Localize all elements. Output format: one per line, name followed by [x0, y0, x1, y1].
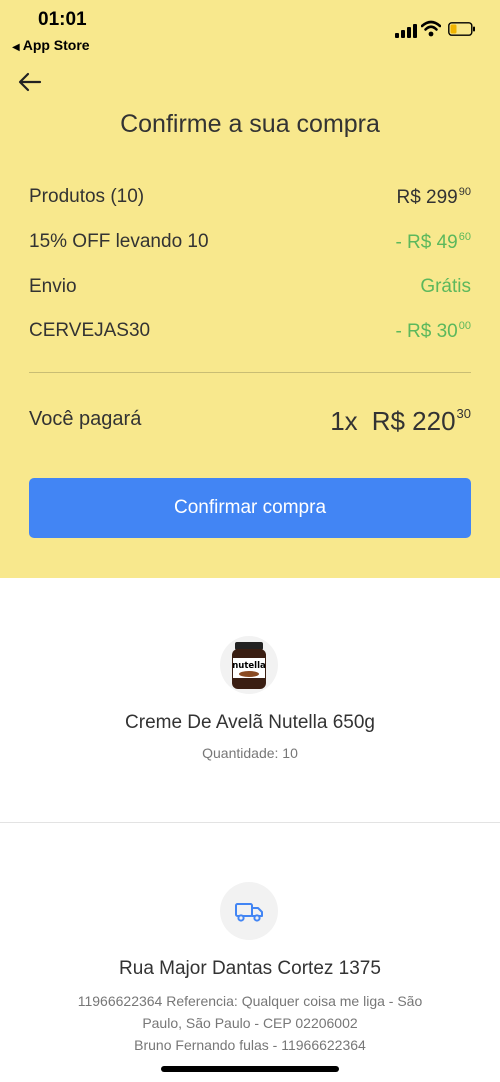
battery-icon — [448, 22, 475, 36]
total-cents: 30 — [456, 406, 471, 421]
summary-row-discount: 15% OFF levando 10 - R$ 4960 — [29, 229, 471, 257]
shipping-label: Envio — [29, 276, 77, 297]
total-label: Você pagará — [29, 408, 142, 430]
discount-value: - R$ 4960 — [395, 231, 471, 253]
product-name: Creme De Avelã Nutella 650g — [125, 712, 375, 733]
back-arrow-icon[interactable] — [16, 68, 44, 96]
back-to-app-store[interactable]: ◀ App Store — [12, 37, 90, 53]
coupon-value: - R$ 3000 — [395, 320, 471, 342]
status-time: 01:01 — [38, 9, 87, 30]
coupon-label: CERVEJAS30 — [29, 320, 151, 341]
address-line-3: Bruno Fernando fulas - 11966622364 — [134, 1037, 366, 1053]
address-details: 11966622364 Referencia: Qualquer coisa m… — [40, 990, 460, 1056]
address-line-2: Paulo, São Paulo - CEP 02206002 — [142, 1015, 358, 1031]
back-triangle-icon: ◀ — [12, 42, 20, 53]
discount-label: 15% OFF levando 10 — [29, 231, 209, 252]
product-quantity: Quantidade: 10 — [202, 745, 298, 761]
address-line-1: 11966622364 Referencia: Qualquer coisa m… — [77, 993, 423, 1009]
summary-divider — [29, 372, 471, 373]
products-value: R$ 29990 — [396, 186, 471, 208]
summary-row-shipping: Envio Grátis — [29, 274, 471, 302]
total-value: 1x R$ 22030 — [330, 406, 471, 437]
address-street: Rua Major Dantas Cortez 1375 — [119, 958, 381, 979]
truck-icon — [235, 903, 263, 922]
total-amount: R$ 220 — [371, 406, 456, 436]
signal-icon — [395, 24, 417, 38]
summary-row-coupon: CERVEJAS30 - R$ 3000 — [29, 318, 471, 346]
page-title: Confirme a sua compra — [120, 110, 380, 138]
products-label: Produtos (10) — [29, 186, 145, 207]
truck-icon-container — [220, 882, 278, 940]
back-app-label: App Store — [22, 37, 90, 53]
confirm-purchase-button[interactable]: Confirmar compra — [29, 478, 471, 538]
wifi-icon — [421, 20, 441, 37]
section-divider — [0, 822, 500, 823]
shipping-value: Grátis — [420, 276, 471, 297]
product-image: nutella — [220, 636, 278, 694]
home-indicator[interactable] — [161, 1066, 339, 1072]
total-installments: 1x — [330, 406, 358, 436]
jar-brand-text: nutella — [232, 661, 266, 671]
nutella-jar-icon: nutella — [232, 642, 266, 689]
summary-row-products: Produtos (10) R$ 29990 — [29, 184, 471, 212]
